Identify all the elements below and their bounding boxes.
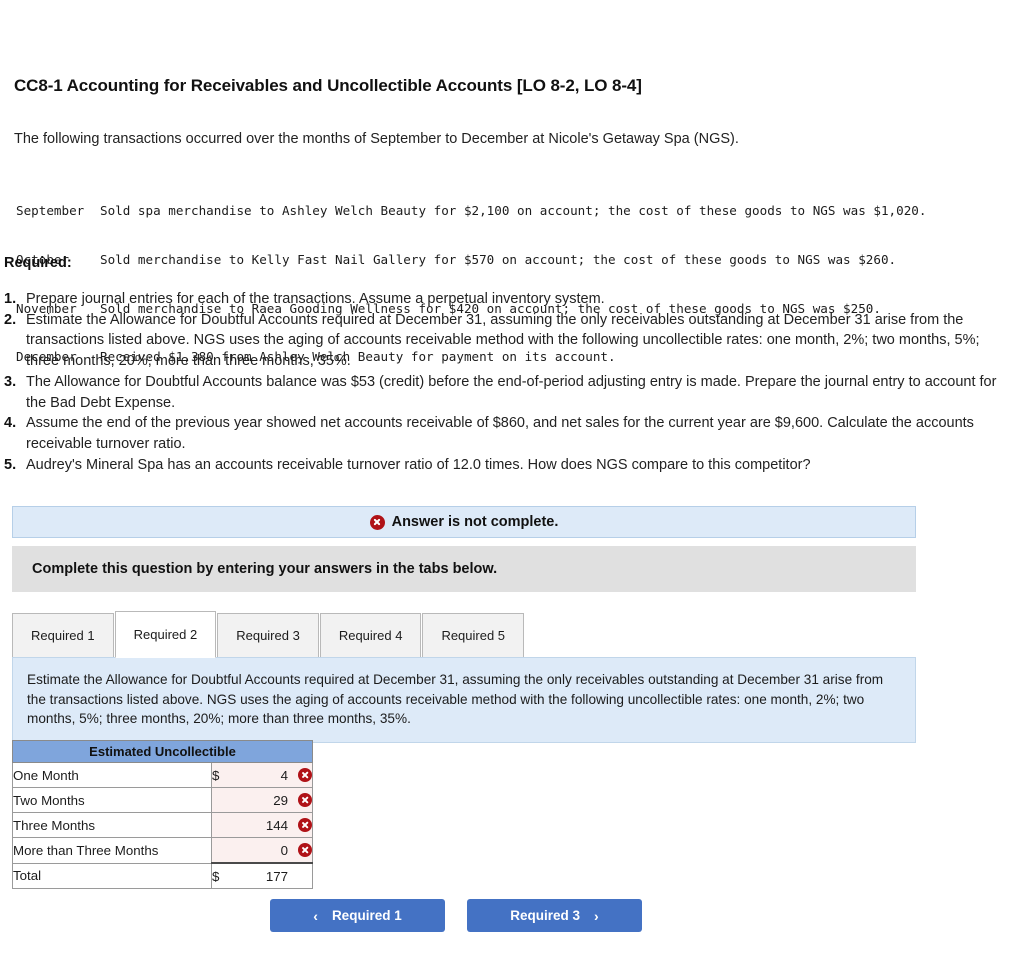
- total-label: Total: [12, 862, 212, 889]
- chevron-left-icon: ‹: [313, 907, 318, 924]
- transaction-row: October Sold merchandise to Kelly Fast Na…: [16, 252, 926, 268]
- incorrect-icon: [298, 793, 312, 807]
- currency-symbol: $: [212, 868, 220, 884]
- row-label: One Month: [12, 762, 212, 788]
- requirement-text: The Allowance for Doubtful Accounts bala…: [26, 373, 997, 411]
- transaction-month: September: [16, 203, 85, 219]
- question-prompt-panel: Estimate the Allowance for Doubtful Acco…: [12, 657, 916, 743]
- instruction-text: Complete this question by entering your …: [32, 561, 498, 577]
- tab-label: Required 5: [441, 628, 506, 643]
- error-x-icon: [369, 514, 385, 530]
- navigation-buttons: ‹ Required 1 Required 3 ›: [270, 899, 642, 932]
- table-total-row: Total $ 177: [12, 862, 313, 889]
- transaction-description: Sold merchandise to Kelly Fast Nail Gall…: [100, 252, 897, 268]
- page-title: CC8-1 Accounting for Receivables and Unc…: [14, 76, 642, 95]
- incorrect-icon: [298, 768, 312, 782]
- answer-status-text: Answer is not complete.: [391, 514, 559, 530]
- next-button-label: Required 3: [510, 908, 581, 923]
- instruction-banner: Complete this question by entering your …: [12, 546, 916, 592]
- requirement-number: 4.: [4, 415, 17, 432]
- total-value-cell: $ 177: [211, 862, 313, 889]
- incorrect-marker: [288, 843, 312, 857]
- requirement-text: Prepare journal entries for each of the …: [26, 291, 605, 307]
- next-required-button[interactable]: Required 3 ›: [467, 899, 642, 932]
- required-heading: Required:: [4, 255, 72, 271]
- transaction-description: Sold spa merchandise to Ashley Welch Bea…: [100, 203, 927, 219]
- row-label: Two Months: [12, 787, 212, 813]
- tab-required-2[interactable]: Required 2: [114, 611, 217, 658]
- answer-status-banner: Answer is not complete.: [12, 506, 916, 538]
- incorrect-icon: [298, 818, 312, 832]
- table-header-cell: Estimated Uncollectible: [12, 740, 313, 763]
- incorrect-marker: [288, 793, 312, 807]
- tab-label: Required 2: [133, 627, 198, 642]
- row-value-cell[interactable]: $ 4: [211, 762, 313, 788]
- chevron-right-icon: ›: [594, 907, 599, 924]
- requirement-text: Audrey's Mineral Spa has an accounts rec…: [26, 456, 811, 473]
- requirement-number: 5.: [4, 456, 17, 473]
- tab-required-4[interactable]: Required 4: [319, 613, 422, 658]
- row-value-cell[interactable]: 0: [211, 837, 313, 864]
- prev-required-button[interactable]: ‹ Required 1: [270, 899, 445, 932]
- estimated-uncollectible-table: Estimated Uncollectible One Month $ 4 Tw…: [12, 740, 313, 889]
- table-row: Three Months 144: [12, 812, 313, 838]
- table-row: One Month $ 4: [12, 762, 313, 788]
- prev-button-label: Required 1: [331, 908, 402, 923]
- row-value: 144: [265, 817, 288, 833]
- incorrect-marker: [288, 768, 312, 782]
- transaction-row: September Sold spa merchandise to Ashley …: [16, 203, 926, 219]
- row-value: 29: [273, 792, 288, 808]
- requirement-item: 3. The Allowance for Doubtful Accounts ba…: [4, 372, 1016, 413]
- requirement-item: 1. Prepare journal entries for each of th…: [4, 289, 1016, 310]
- table-row: More than Three Months 0: [12, 837, 313, 864]
- incorrect-icon: [298, 843, 312, 857]
- table-row: Two Months 29: [12, 787, 313, 813]
- tab-required-3[interactable]: Required 3: [217, 613, 319, 658]
- table-header-row: Estimated Uncollectible: [12, 740, 313, 763]
- total-value: 177: [265, 868, 288, 884]
- required-tabs: Required 1 Required 2 Required 3 Require…: [12, 611, 525, 658]
- requirement-text: Estimate the Allowance for Doubtful Acco…: [26, 311, 980, 370]
- requirement-item: 2. Estimate the Allowance for Doubtful Ac…: [4, 310, 1016, 372]
- tab-label: Required 3: [236, 628, 300, 643]
- row-value: 0: [280, 842, 288, 858]
- tab-required-5[interactable]: Required 5: [422, 613, 525, 658]
- requirement-item: 4. Assume the end of the previous year sh…: [4, 413, 1016, 454]
- requirement-text: Assume the end of the previous year show…: [26, 415, 974, 452]
- requirement-number: 2.: [4, 311, 17, 328]
- row-value: 4: [280, 767, 288, 783]
- row-value-cell[interactable]: 144: [211, 812, 313, 838]
- intro-text: The following transactions occurred over…: [14, 131, 739, 147]
- requirement-number: 1.: [4, 291, 17, 307]
- requirement-number: 3.: [4, 373, 17, 390]
- tab-label: Required 1: [31, 628, 95, 643]
- row-value-cell[interactable]: 29: [211, 787, 313, 813]
- currency-symbol: $: [212, 767, 220, 783]
- incorrect-marker: [288, 818, 312, 832]
- tab-required-1[interactable]: Required 1: [12, 613, 114, 658]
- requirements-list: 1. Prepare journal entries for each of th…: [4, 289, 1016, 475]
- tab-label: Required 4: [338, 628, 403, 643]
- row-label: Three Months: [12, 812, 212, 838]
- row-label: More than Three Months: [12, 837, 212, 864]
- requirement-item: 5. Audrey's Mineral Spa has an accounts r…: [4, 455, 1016, 476]
